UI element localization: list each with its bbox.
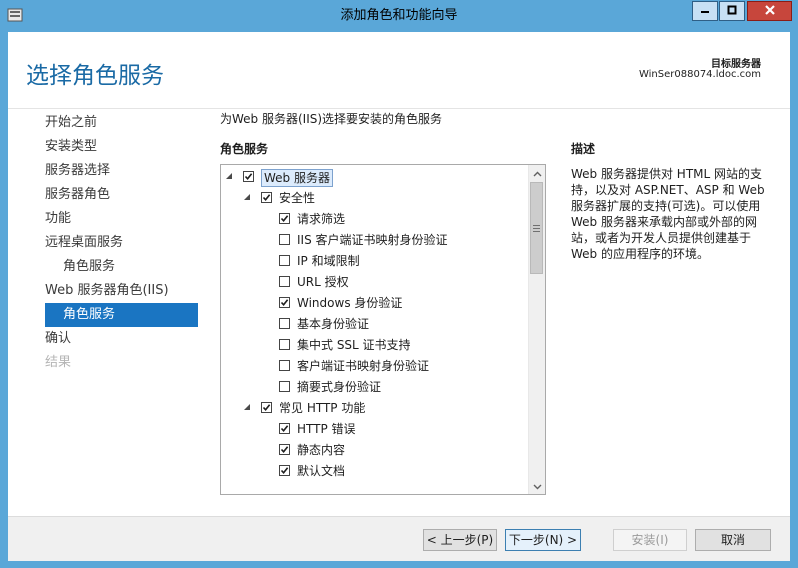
close-icon <box>764 4 776 19</box>
maximize-button[interactable] <box>719 1 745 21</box>
tree-row[interactable]: IP 和域限制 <box>221 252 529 273</box>
nav-item-results: 结果 <box>45 355 72 370</box>
tree-row[interactable]: 常见 HTTP 功能 <box>221 399 529 420</box>
tree-row[interactable]: URL 授权 <box>221 273 529 294</box>
nav-item-remote-desktop-services[interactable]: 远程桌面服务 <box>45 232 123 254</box>
role-service-checkbox[interactable] <box>279 255 290 266</box>
description-text: Web 服务器提供对 HTML 网站的支持，以及对 ASP.NET、ASP 和 … <box>571 167 765 261</box>
minimize-button[interactable] <box>692 1 718 21</box>
role-service-checkbox[interactable] <box>279 465 290 476</box>
nav-item-features[interactable]: 功能 <box>45 208 71 230</box>
role-service-checkbox[interactable] <box>279 444 290 455</box>
role-service-checkbox[interactable] <box>279 423 290 434</box>
nav-item-server-selection[interactable]: 服务器选择 <box>45 160 110 182</box>
role-service-label: Windows 身份验证 <box>297 296 403 310</box>
tree-row[interactable]: Web 服务器 <box>221 168 529 189</box>
nav-item-before-you-begin[interactable]: 开始之前 <box>45 112 97 134</box>
maximize-icon <box>727 4 737 18</box>
role-service-label: 客户端证书映射身份验证 <box>297 359 430 373</box>
tree-row[interactable]: 默认文档 <box>221 462 529 483</box>
role-service-label: 摘要式身份验证 <box>297 380 382 394</box>
grip-icon <box>533 221 540 235</box>
role-service-label: 基本身份验证 <box>297 317 370 331</box>
tree-rows: Web 服务器安全性请求筛选 IIS 客户端证书映射身份验证 IP 和域限制 URL … <box>221 165 529 494</box>
nav-item-installation-type[interactable]: 安装类型 <box>45 136 97 158</box>
wizard-client-area: 选择角色服务 目标服务器 WinSer088074.ldoc.com 开始之前 … <box>8 32 790 561</box>
role-service-label: IIS 客户端证书映射身份验证 <box>297 233 448 247</box>
nav-item-iis-role-services[interactable]: 角色服务 <box>45 303 198 327</box>
role-service-checkbox[interactable] <box>279 318 290 329</box>
role-service-checkbox[interactable] <box>279 360 290 371</box>
expand-arrow-icon[interactable] <box>243 193 251 201</box>
expand-arrow-icon[interactable] <box>243 403 251 411</box>
role-service-checkbox[interactable] <box>243 171 254 182</box>
role-service-checkbox[interactable] <box>279 297 290 308</box>
cancel-button[interactable]: 取消 <box>695 529 771 551</box>
wizard-header: 选择角色服务 目标服务器 WinSer088074.ldoc.com <box>8 32 790 109</box>
window-title: 添加角色和功能向导 <box>340 8 458 23</box>
role-service-checkbox[interactable] <box>261 402 272 413</box>
role-service-checkbox[interactable] <box>279 234 290 245</box>
nav-item-server-roles[interactable]: 服务器角色 <box>45 184 110 206</box>
expand-arrow-icon[interactable] <box>225 172 233 180</box>
next-button[interactable]: 下一步(N) > <box>505 529 581 551</box>
tree-vertical-scrollbar[interactable] <box>528 165 545 494</box>
description-heading: 描述 <box>571 142 596 156</box>
minimize-icon <box>700 4 710 18</box>
wizard-window: 添加角色和功能向导 选择角色服务 目标服务器 WinSer088074.ldoc… <box>0 0 798 568</box>
wizard-footer: < 上一步(P) 下一步(N) > 安装(I) 取消 <box>8 516 790 561</box>
role-service-checkbox[interactable] <box>279 276 290 287</box>
nav-item-confirmation[interactable]: 确认 <box>45 328 71 350</box>
close-button[interactable] <box>747 1 792 21</box>
role-service-label: 常见 HTTP 功能 <box>279 401 366 415</box>
role-service-label: 集中式 SSL 证书支持 <box>297 338 411 352</box>
role-service-checkbox[interactable] <box>279 213 290 224</box>
tree-row[interactable]: 摘要式身份验证 <box>221 378 529 399</box>
tree-row[interactable]: Windows 身份验证 <box>221 294 529 315</box>
role-service-label: IP 和域限制 <box>297 254 360 268</box>
role-service-label: 请求筛选 <box>297 212 346 226</box>
tree-row[interactable]: 安全性 <box>221 189 529 210</box>
chevron-down-icon <box>533 479 542 493</box>
role-services-heading: 角色服务 <box>220 142 269 156</box>
role-service-label: 安全性 <box>279 191 316 205</box>
scroll-down-button[interactable] <box>529 478 545 494</box>
scroll-up-button[interactable] <box>529 165 545 181</box>
role-service-checkbox[interactable] <box>279 381 290 392</box>
previous-button[interactable]: < 上一步(P) <box>423 529 497 551</box>
role-services-tree[interactable]: Web 服务器安全性请求筛选 IIS 客户端证书映射身份验证 IP 和域限制 URL … <box>220 164 546 495</box>
destination-server-name: WinSer088074.ldoc.com <box>638 69 761 80</box>
role-service-label: HTTP 错误 <box>297 422 356 436</box>
role-service-label: Web 服务器 <box>261 169 333 187</box>
nav-item-rds-role-services[interactable]: 角色服务 <box>63 256 115 278</box>
tree-row[interactable]: 集中式 SSL 证书支持 <box>221 336 529 357</box>
install-button: 安装(I) <box>613 529 687 551</box>
instruction-text: 为Web 服务器(IIS)选择要安装的角色服务 <box>220 112 443 126</box>
role-service-label: URL 授权 <box>297 275 349 289</box>
tree-row[interactable]: IIS 客户端证书映射身份验证 <box>221 231 529 252</box>
title-bar[interactable]: 添加角色和功能向导 <box>0 0 798 32</box>
role-service-checkbox[interactable] <box>279 339 290 350</box>
tree-row[interactable]: 请求筛选 <box>221 210 529 231</box>
page-title: 选择角色服务 <box>26 63 164 89</box>
destination-server-label: 目标服务器 <box>711 59 761 70</box>
role-service-label: 静态内容 <box>297 443 346 457</box>
scroll-thumb[interactable] <box>530 182 543 274</box>
tree-row[interactable]: 静态内容 <box>221 441 529 462</box>
chevron-up-icon <box>533 166 542 180</box>
role-service-label: 默认文档 <box>297 464 346 478</box>
nav-item-web-server-role[interactable]: Web 服务器角色(IIS) <box>45 280 169 302</box>
tree-row[interactable]: 基本身份验证 <box>221 315 529 336</box>
tree-row[interactable]: 客户端证书映射身份验证 <box>221 357 529 378</box>
role-service-checkbox[interactable] <box>261 192 272 203</box>
tree-row[interactable]: HTTP 错误 <box>221 420 529 441</box>
